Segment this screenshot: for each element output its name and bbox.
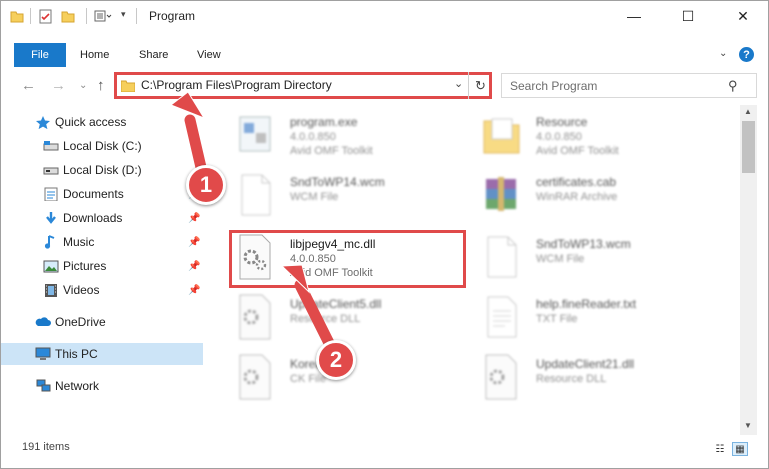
arrow-2: [280, 264, 336, 351]
step-marker-1: 1: [186, 165, 226, 205]
step-marker-2: 2: [316, 340, 356, 380]
arrow-1: [169, 91, 209, 182]
annotation-arrows: [169, 91, 336, 351]
